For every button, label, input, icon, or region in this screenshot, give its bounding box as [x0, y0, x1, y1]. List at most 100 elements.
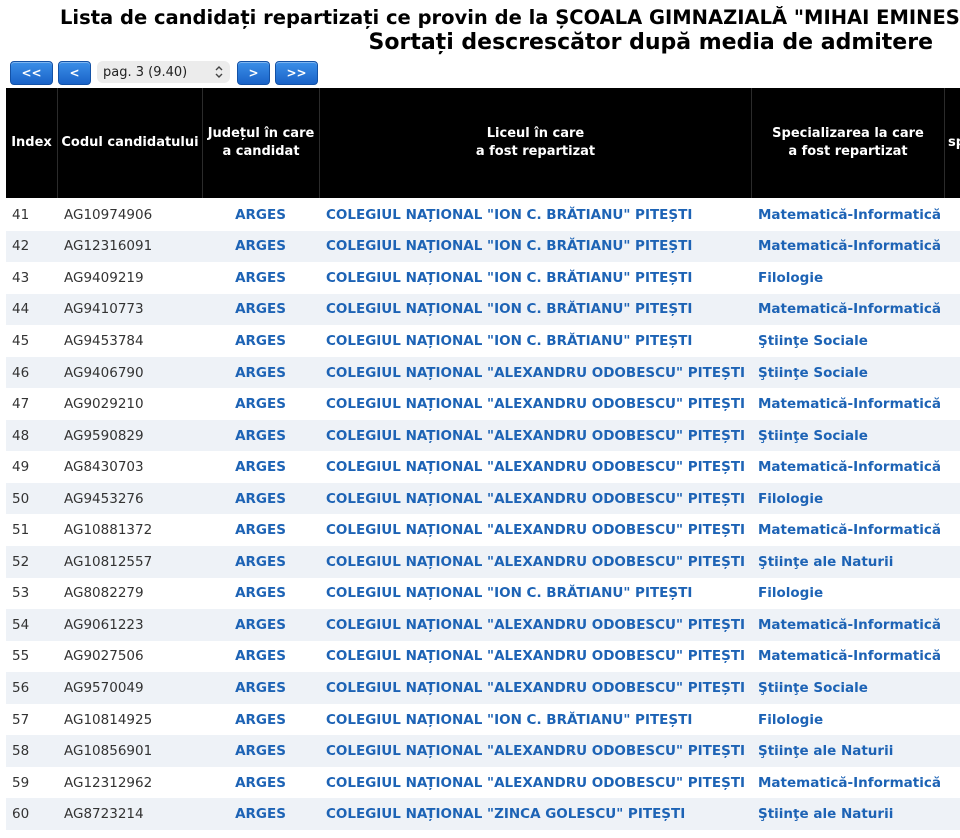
cell-code: AG9061223: [64, 616, 144, 633]
cell-spec-link[interactable]: Filologie: [758, 262, 823, 294]
cell-judet-link[interactable]: ARGES: [203, 451, 318, 483]
next-page-button[interactable]: >: [237, 61, 270, 85]
cell-index: 60: [12, 806, 30, 823]
cell-liceu-link[interactable]: COLEGIUL NAȚIONAL "ALEXANDRU ODOBESCU" P…: [326, 357, 745, 389]
cell-code: AG8723214: [64, 806, 144, 823]
header-judet-line1: Județul în care: [207, 126, 315, 141]
cell-liceu-link[interactable]: COLEGIUL NAȚIONAL "ALEXANDRU ODOBESCU" P…: [326, 767, 745, 799]
cell-spec-link[interactable]: Matematică-Informatică: [758, 231, 941, 263]
table-row: 48 AG9590829 ARGES COLEGIUL NAȚIONAL "ALEXA…: [6, 419, 960, 452]
header-spec[interactable]: Specializarea la care a fost repartizat: [751, 88, 944, 198]
cell-liceu-link[interactable]: COLEGIUL NAȚIONAL "ALEXANDRU ODOBESCU" P…: [326, 483, 745, 515]
cell-liceu-link[interactable]: COLEGIUL NAȚIONAL "ALEXANDRU ODOBESCU" P…: [326, 388, 745, 420]
cell-code: AG9410773: [64, 301, 144, 318]
cell-judet-link[interactable]: ARGES: [203, 767, 318, 799]
cell-code: AG9027506: [64, 648, 144, 665]
cell-judet-link[interactable]: ARGES: [203, 420, 318, 452]
cell-code: AG9590829: [64, 427, 144, 444]
table-row: 45 AG9453784 ARGES COLEGIUL NAȚIONAL "ION C…: [6, 325, 960, 357]
cell-judet-link[interactable]: ARGES: [203, 672, 318, 704]
cell-spec-link[interactable]: Filologie: [758, 483, 823, 515]
cell-judet-link[interactable]: ARGES: [203, 641, 318, 673]
prev-page-button[interactable]: <: [58, 61, 91, 85]
cell-judet-link[interactable]: ARGES: [203, 483, 318, 515]
cell-judet-link[interactable]: ARGES: [203, 231, 318, 263]
header-liceu[interactable]: Liceul în care a fost repartizat: [319, 88, 751, 198]
cell-index: 43: [12, 269, 30, 286]
cell-liceu-link[interactable]: COLEGIUL NAȚIONAL "ALEXANDRU ODOBESCU" P…: [326, 672, 745, 704]
table-row: 51 AG10881372 ARGES COLEGIUL NAȚIONAL "ALEX…: [6, 515, 960, 547]
cell-judet-link[interactable]: ARGES: [203, 609, 318, 641]
cell-liceu-link[interactable]: COLEGIUL NAȚIONAL "ALEXANDRU ODOBESCU" P…: [326, 451, 745, 483]
cell-liceu-link[interactable]: COLEGIUL NAȚIONAL "ALEXANDRU ODOBESCU" P…: [326, 546, 745, 578]
cell-spec-link[interactable]: Matematică-Informatică: [758, 451, 941, 483]
cell-judet-link[interactable]: ARGES: [203, 262, 318, 294]
cell-code: AG8082279: [64, 585, 144, 602]
cell-spec-link[interactable]: Ştiinţe Sociale: [758, 325, 868, 357]
cell-spec-link[interactable]: Matematică-Informatică: [758, 515, 941, 547]
header-index[interactable]: Index: [6, 88, 57, 198]
cell-judet-link[interactable]: ARGES: [203, 546, 318, 578]
cell-code: AG10881372: [64, 522, 153, 539]
header-judet[interactable]: Județul în care a candidat: [202, 88, 319, 198]
cell-judet-link[interactable]: ARGES: [203, 578, 318, 610]
page-select[interactable]: pag. 3 (9.40): [97, 61, 230, 83]
cell-liceu-link[interactable]: COLEGIUL NAȚIONAL "ALEXANDRU ODOBESCU" P…: [326, 420, 745, 452]
cell-judet-link[interactable]: ARGES: [203, 388, 318, 420]
cell-index: 46: [12, 364, 30, 381]
cell-liceu-link[interactable]: COLEGIUL NAȚIONAL "ION C. BRĂTIANU" PITE…: [326, 578, 692, 610]
header-extra[interactable]: sp: [944, 88, 960, 198]
cell-index: 42: [12, 238, 30, 255]
cell-spec-link[interactable]: Filologie: [758, 704, 823, 736]
cell-judet-link[interactable]: ARGES: [203, 704, 318, 736]
cell-code: AG8430703: [64, 459, 144, 476]
first-page-button[interactable]: <<: [10, 61, 53, 85]
table-row: 49 AG8430703 ARGES COLEGIUL NAȚIONAL "ALEXA…: [6, 451, 960, 483]
cell-judet-link[interactable]: ARGES: [203, 294, 318, 326]
cell-liceu-link[interactable]: COLEGIUL NAȚIONAL "ION C. BRĂTIANU" PITE…: [326, 262, 692, 294]
cell-spec-link[interactable]: Matematică-Informatică: [758, 199, 941, 231]
cell-liceu-link[interactable]: COLEGIUL NAȚIONAL "ION C. BRĂTIANU" PITE…: [326, 704, 692, 736]
cell-spec-link[interactable]: Filologie: [758, 578, 823, 610]
table-row: 53 AG8082279 ARGES COLEGIUL NAȚIONAL "ION C…: [6, 578, 960, 610]
cell-spec-link[interactable]: Ştiinţe Sociale: [758, 357, 868, 389]
cell-spec-link[interactable]: Ştiinţe ale Naturii: [758, 735, 893, 767]
cell-liceu-link[interactable]: COLEGIUL NAȚIONAL "ALEXANDRU ODOBESCU" P…: [326, 641, 745, 673]
table-row: 50 AG9453276 ARGES COLEGIUL NAȚIONAL "ALEXA…: [6, 482, 960, 515]
cell-spec-link[interactable]: Matematică-Informatică: [758, 388, 941, 420]
cell-judet-link[interactable]: ARGES: [203, 515, 318, 547]
cell-liceu-link[interactable]: COLEGIUL NAȚIONAL "ZINCA GOLESCU" PITEȘT…: [326, 798, 685, 830]
table-header: Index Codul candidatului Județul în care…: [6, 88, 960, 198]
cell-spec-link[interactable]: Matematică-Informatică: [758, 641, 941, 673]
cell-code: AG10974906: [64, 206, 153, 223]
cell-liceu-link[interactable]: COLEGIUL NAȚIONAL "ION C. BRĂTIANU" PITE…: [326, 294, 692, 326]
cell-liceu-link[interactable]: COLEGIUL NAȚIONAL "ION C. BRĂTIANU" PITE…: [326, 325, 692, 357]
cell-judet-link[interactable]: ARGES: [203, 735, 318, 767]
cell-index: 52: [12, 553, 30, 570]
header-code[interactable]: Codul candidatului: [57, 88, 202, 198]
page-select-value: pag. 3 (9.40): [103, 64, 188, 80]
cell-spec-link[interactable]: Matematică-Informatică: [758, 609, 941, 641]
last-page-button[interactable]: >>: [275, 61, 318, 85]
cell-index: 58: [12, 743, 30, 760]
cell-spec-link[interactable]: Matematică-Informatică: [758, 294, 941, 326]
cell-judet-link[interactable]: ARGES: [203, 357, 318, 389]
cell-spec-link[interactable]: Matematică-Informatică: [758, 767, 941, 799]
cell-liceu-link[interactable]: COLEGIUL NAȚIONAL "ALEXANDRU ODOBESCU" P…: [326, 515, 745, 547]
cell-judet-link[interactable]: ARGES: [203, 199, 318, 231]
header-spec-line1: Specializarea la care: [772, 126, 924, 141]
cell-judet-link[interactable]: ARGES: [203, 798, 318, 830]
cell-liceu-link[interactable]: COLEGIUL NAȚIONAL "ALEXANDRU ODOBESCU" P…: [326, 735, 745, 767]
cell-spec-link[interactable]: Ştiinţe ale Naturii: [758, 546, 893, 578]
cell-index: 51: [12, 522, 30, 539]
cell-liceu-link[interactable]: COLEGIUL NAȚIONAL "ION C. BRĂTIANU" PITE…: [326, 231, 692, 263]
cell-index: 44: [12, 301, 30, 318]
cell-liceu-link[interactable]: COLEGIUL NAȚIONAL "ION C. BRĂTIANU" PITE…: [326, 199, 692, 231]
cell-judet-link[interactable]: ARGES: [203, 325, 318, 357]
table-row: 46 AG9406790 ARGES COLEGIUL NAȚIONAL "ALEXA…: [6, 356, 960, 389]
cell-spec-link[interactable]: Ştiinţe Sociale: [758, 420, 868, 452]
cell-spec-link[interactable]: Ştiinţe Sociale: [758, 672, 868, 704]
cell-liceu-link[interactable]: COLEGIUL NAȚIONAL "ALEXANDRU ODOBESCU" P…: [326, 609, 745, 641]
cell-code: AG10856901: [64, 743, 153, 760]
cell-spec-link[interactable]: Ştiinţe ale Naturii: [758, 798, 893, 830]
